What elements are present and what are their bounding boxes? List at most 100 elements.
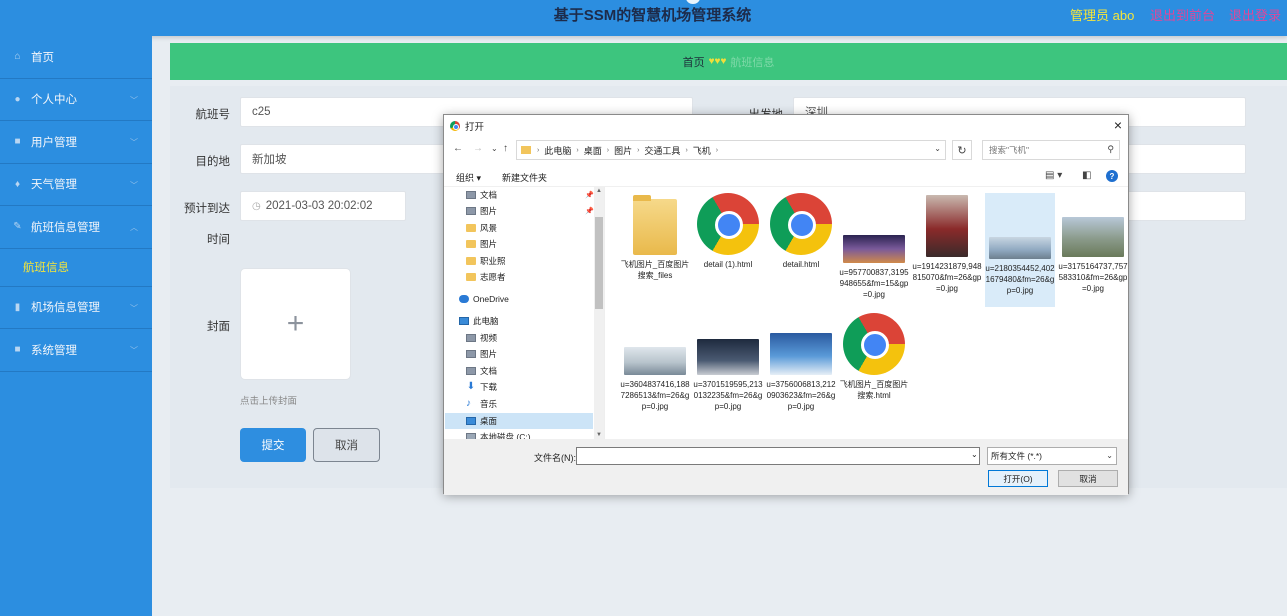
sidebar-item-user-management[interactable]: ■ 用户管理 ﹀ [0,121,152,164]
tree-item-label: 本地磁盘 (C:) [480,432,531,439]
sidebar-item-airport-management[interactable]: ▮ 机场信息管理 ﹀ [0,287,152,329]
user-icon: ● [14,93,21,105]
up-arrow-icon[interactable]: ↑ [503,143,508,154]
path-segment[interactable]: 此电脑 [544,144,571,157]
forward-arrow-icon[interactable]: → [473,143,483,154]
back-to-front-link[interactable]: 退出到前台 [1150,5,1215,24]
file-item[interactable]: u=3701519595,2130132235&fm=26&gp=0.jpg [693,313,763,412]
filename-input[interactable] [576,447,980,465]
submit-button[interactable]: 提交 [240,428,306,462]
cancel-button[interactable]: 取消 [313,428,380,462]
tree-item-downloads[interactable]: ⬇ 下载 [466,379,497,395]
file-item[interactable]: 飞机图片_百度图片搜索.html [839,313,909,401]
chevron-down-icon: ﹀ [130,180,138,190]
sidebar-item-system-management[interactable]: ■ 系统管理 ﹀ [0,329,152,372]
filetype-select[interactable]: 所有文件 (*.*) ⌄ [987,447,1117,465]
dialog-cancel-button[interactable]: 取消 [1058,470,1118,487]
eta-value: 2021-03-03 20:02:02 [265,200,373,212]
tree-item-pc-documents[interactable]: 文档 [466,363,497,379]
close-icon[interactable]: × [1114,117,1122,133]
eta-label-line2: 时间 [207,234,230,246]
tree-item-music[interactable]: ♪ 音乐 [466,396,497,412]
tree-scrollbar[interactable]: ▲ ▼ [594,187,604,439]
chevron-down-icon: ﹀ [130,95,138,105]
back-arrow-icon[interactable]: ← [453,143,463,154]
chrome-icon [770,193,832,255]
chevron-right-icon: › [637,146,640,154]
tree-item-this-pc[interactable]: 此电脑 [459,313,499,329]
open-button[interactable]: 打开(O) [988,470,1048,487]
path-segment[interactable]: 桌面 [584,144,602,157]
scroll-up-icon[interactable]: ▲ [596,188,602,194]
chrome-icon [697,193,759,255]
search-input[interactable]: 搜索"飞机" ⚲ [982,140,1120,160]
tree-item-pc-pictures[interactable]: 图片 [466,346,497,362]
chevron-right-icon: › [685,146,688,154]
tree-item-volunteers[interactable]: 志愿者 [466,269,506,285]
scroll-down-icon[interactable]: ▼ [596,432,602,438]
image-thumbnail [770,333,832,375]
eta-datetime-input[interactable]: ◷ 2021-03-03 20:02:02 [240,191,406,221]
sidebar-item-label: 天气管理 [31,179,77,192]
address-bar[interactable]: › 此电脑 › 桌面 › 图片 › 交通工具 › 飞机 › ⌄ [516,140,946,160]
cover-upload-button[interactable]: + [240,268,351,380]
file-item[interactable]: u=3604837416,1887286513&fm=26&gp=0.jpg [620,313,690,412]
top-bar: 基于SSM的智慧机场管理系统 管理员 abo 退出到前台 退出登录 [0,0,1287,36]
tree-item-videos[interactable]: 视频 [466,330,497,346]
help-icon[interactable]: ? [1106,170,1118,182]
path-segment[interactable]: 图片 [614,144,632,157]
path-segment[interactable]: 交通工具 [644,144,680,157]
file-item[interactable]: detail.html [766,193,836,270]
file-name: u=3175164737,757583310&fm=26&gp=0.jpg [1058,262,1128,293]
tree-item-label: 图片 [480,349,498,359]
dialog-titlebar: 打开 [444,115,1128,136]
sidebar-item-personal-center[interactable]: ● 个人中心 ﹀ [0,79,152,121]
sidebar-subitem-flight-info[interactable]: 航班信息 [0,249,152,287]
sidebar-item-label: 首页 [31,51,54,64]
scrollbar-thumb[interactable] [595,217,603,309]
tree-item-documents[interactable]: 文档 📌 [466,187,594,203]
file-item[interactable]: u=3756006813,2120903623&fm=26&gp=0.jpg [766,313,836,412]
sidebar-item-weather-management[interactable]: ♦ 天气管理 ﹀ [0,164,152,206]
tree-item-label: OneDrive [473,294,509,304]
refresh-icon[interactable]: ↻ [952,140,972,160]
preview-pane-icon[interactable]: ◧ [1082,170,1091,181]
destination-label: 目的地 [195,156,231,168]
tree-item-label: 志愿者 [480,272,506,282]
file-item[interactable]: 飞机图片_百度图片搜索_files [620,193,690,281]
file-item[interactable]: u=3175164737,757583310&fm=26&gp=0.jpg [1058,193,1128,294]
chevron-right-icon: › [537,146,540,154]
image-thumbnail [926,195,968,257]
tree-item-pictures[interactable]: 图片 📌 [466,203,594,219]
tree-item-local-disk[interactable]: 本地磁盘 (C:) [466,429,531,439]
breadcrumb: 首页 ♥♥♥ 航班信息 [170,43,1287,80]
tree-item-label: 文档 [480,366,498,376]
view-options-icon[interactable]: ▤ ▾ [1045,170,1062,181]
sidebar-item-label: 机场信息管理 [31,302,100,315]
path-segment[interactable]: 飞机 [693,144,711,157]
file-item-selected[interactable]: u=2180354452,4021679480&fm=26&gp=0.jpg [985,193,1055,307]
file-item[interactable]: detail (1).html [693,193,763,270]
chevron-down-icon[interactable]: ⌄ [934,144,941,153]
file-item[interactable]: u=1914231879,948815070&fm=26&gp=0.jpg [912,193,982,294]
tree-item-scenery[interactable]: 风景 [466,220,497,236]
tree-item-onedrive[interactable]: OneDrive [459,291,509,307]
desktop-icon [466,417,476,425]
eta-label: 预计到达 [184,203,230,215]
sidebar-item-flight-management[interactable]: ✎ 航班信息管理 ︿ [0,206,152,249]
sidebar-item-home[interactable]: ⌂ 首页 [0,36,152,79]
tree-item-career-photos[interactable]: 职业照 [466,253,506,269]
chrome-icon [843,313,905,375]
tree-item-desktop[interactable]: 桌面 [466,413,497,429]
admin-name: 管理员 abo [1070,8,1135,23]
organize-button[interactable]: 组织 ▾ [456,171,481,184]
chevron-down-icon[interactable]: ⌄ [971,450,978,459]
breadcrumb-home[interactable]: 首页 [683,54,705,70]
tree-item-images[interactable]: 图片 [466,236,497,252]
chevron-right-icon: › [606,146,610,154]
file-item[interactable]: u=957700837,3195948655&fm=15&gp=0.jpg [839,193,909,300]
logout-link[interactable]: 退出登录 [1229,5,1281,24]
folder-icon [466,240,476,248]
new-folder-button[interactable]: 新建文件夹 [502,171,547,184]
chevron-down-icon[interactable]: ⌄ [491,144,498,153]
